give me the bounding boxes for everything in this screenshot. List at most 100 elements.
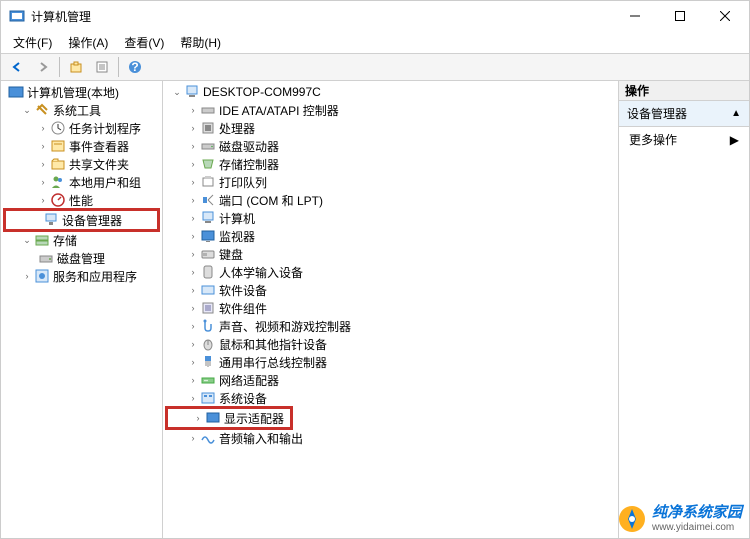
device-category[interactable]: ›系统设备 xyxy=(165,389,616,407)
tree-task-scheduler[interactable]: › 任务计划程序 xyxy=(3,119,160,137)
device-category[interactable]: ›打印队列 xyxy=(165,173,616,191)
expand-icon[interactable]: › xyxy=(187,158,199,170)
device-category[interactable]: ›软件设备 xyxy=(165,281,616,299)
tree-shared-folders[interactable]: › 共享文件夹 xyxy=(3,155,160,173)
expand-icon[interactable]: › xyxy=(37,158,49,170)
software-component-icon xyxy=(200,300,216,316)
device-category[interactable]: › 监视器 xyxy=(165,227,616,245)
up-button[interactable] xyxy=(64,55,88,79)
device-category[interactable]: ›软件组件 xyxy=(165,299,616,317)
device-category[interactable]: ›处理器 xyxy=(165,119,616,137)
window-title: 计算机管理 xyxy=(31,8,612,25)
tree-label: 服务和应用程序 xyxy=(53,268,137,285)
properties-button[interactable] xyxy=(90,55,114,79)
expand-icon[interactable]: › xyxy=(187,338,199,350)
maximize-button[interactable] xyxy=(657,2,702,30)
menu-action[interactable]: 操作(A) xyxy=(60,32,116,53)
left-tree-pane[interactable]: 计算机管理(本地) ⌄ 系统工具 › 任务计划程序 › 事件查看器 › 共享文件… xyxy=(1,81,163,538)
expand-icon[interactable]: › xyxy=(187,212,199,224)
expand-icon[interactable]: › xyxy=(187,230,199,242)
device-category[interactable]: ›存储控制器 xyxy=(165,155,616,173)
up-arrow-icon: ▲ xyxy=(731,108,741,119)
help-button[interactable]: ? xyxy=(123,55,147,79)
expand-icon[interactable]: › xyxy=(37,122,49,134)
device-root[interactable]: ⌄ DESKTOP-COM997C xyxy=(165,83,616,101)
tree-storage[interactable]: ⌄ 存储 xyxy=(3,231,160,249)
more-actions[interactable]: 更多操作 ▶ xyxy=(619,127,749,152)
device-category[interactable]: ›音频输入和输出 xyxy=(165,429,616,447)
tree-system-tools[interactable]: ⌄ 系统工具 xyxy=(3,101,160,119)
mouse-icon xyxy=(200,336,216,352)
expand-icon[interactable]: › xyxy=(21,270,33,282)
highlight-device-manager: 设备管理器 xyxy=(3,208,160,232)
device-category[interactable]: ›人体学输入设备 xyxy=(165,263,616,281)
expand-icon[interactable]: › xyxy=(187,122,199,134)
collapse-icon[interactable]: ⌄ xyxy=(171,86,183,98)
expand-icon[interactable]: › xyxy=(187,432,199,444)
expand-icon[interactable]: › xyxy=(37,176,49,188)
tree-label: 显示适配器 xyxy=(224,410,284,427)
desktop-icon xyxy=(184,84,200,100)
tree-disk-mgmt[interactable]: 磁盘管理 xyxy=(3,249,160,267)
expand-icon[interactable]: › xyxy=(192,412,204,424)
device-category[interactable]: › 磁盘驱动器 xyxy=(165,137,616,155)
device-category[interactable]: › 声音、视频和游戏控制器 xyxy=(165,317,616,335)
expand-icon[interactable]: › xyxy=(37,194,49,206)
tree-device-manager[interactable]: 设备管理器 xyxy=(8,211,155,229)
device-category[interactable]: ›计算机 xyxy=(165,209,616,227)
device-category[interactable]: ›通用串行总线控制器 xyxy=(165,353,616,371)
device-category[interactable]: ›键盘 xyxy=(165,245,616,263)
tree-local-users[interactable]: › 本地用户和组 xyxy=(3,173,160,191)
menu-view[interactable]: 查看(V) xyxy=(116,32,172,53)
menu-help[interactable]: 帮助(H) xyxy=(172,32,229,53)
print-queue-icon xyxy=(200,174,216,190)
tree-label: 系统工具 xyxy=(53,102,101,119)
expand-icon[interactable]: › xyxy=(37,140,49,152)
device-category[interactable]: ›网络适配器 xyxy=(165,371,616,389)
tree-root[interactable]: 计算机管理(本地) xyxy=(3,83,160,101)
monitor-icon xyxy=(200,228,216,244)
device-category[interactable]: › 显示适配器 xyxy=(170,409,288,427)
back-button[interactable] xyxy=(5,55,29,79)
disk-icon xyxy=(38,250,54,266)
expand-icon[interactable]: › xyxy=(187,248,199,260)
menu-file[interactable]: 文件(F) xyxy=(5,32,60,53)
expand-icon[interactable]: › xyxy=(187,356,199,368)
expand-icon[interactable]: › xyxy=(187,140,199,152)
tree-performance[interactable]: › 性能 xyxy=(3,191,160,209)
users-icon xyxy=(50,174,66,190)
expand-icon[interactable]: › xyxy=(187,284,199,296)
tree-event-viewer[interactable]: › 事件查看器 xyxy=(3,137,160,155)
tree-label: 设备管理器 xyxy=(62,212,122,229)
expand-icon[interactable]: › xyxy=(187,176,199,188)
forward-button[interactable] xyxy=(31,55,55,79)
expand-icon[interactable]: › xyxy=(187,374,199,386)
usb-icon xyxy=(200,354,216,370)
actions-context[interactable]: 设备管理器 ▲ xyxy=(619,101,749,127)
collapse-icon[interactable]: ⌄ xyxy=(21,104,33,116)
tree-label: 事件查看器 xyxy=(69,138,129,155)
tree-label: 声音、视频和游戏控制器 xyxy=(219,318,351,335)
highlight-display-adapter: › 显示适配器 xyxy=(165,406,293,430)
expand-icon[interactable]: › xyxy=(187,320,199,332)
tree-label: 磁盘管理 xyxy=(57,250,105,267)
device-category[interactable]: ›IDE ATA/ATAPI 控制器 xyxy=(165,101,616,119)
device-category[interactable]: › 端口 (COM 和 LPT) xyxy=(165,191,616,209)
shared-folder-icon xyxy=(50,156,66,172)
close-button[interactable] xyxy=(702,2,747,30)
minimize-button[interactable] xyxy=(612,2,657,30)
tree-services-apps[interactable]: › 服务和应用程序 xyxy=(3,267,160,285)
expand-icon[interactable]: › xyxy=(187,302,199,314)
computer-mgmt-icon xyxy=(8,84,24,100)
tree-label: 磁盘驱动器 xyxy=(219,138,279,155)
expand-icon[interactable]: › xyxy=(187,104,199,116)
tree-label: 监视器 xyxy=(219,228,255,245)
content-area: 计算机管理(本地) ⌄ 系统工具 › 任务计划程序 › 事件查看器 › 共享文件… xyxy=(1,81,749,538)
collapse-icon[interactable]: ⌄ xyxy=(21,234,33,246)
expand-icon[interactable]: › xyxy=(187,392,199,404)
expand-icon[interactable]: › xyxy=(187,266,199,278)
expand-icon[interactable]: › xyxy=(187,194,199,206)
tree-label: 端口 (COM 和 LPT) xyxy=(219,192,323,209)
device-tree-pane[interactable]: ⌄ DESKTOP-COM997C ›IDE ATA/ATAPI 控制器›处理器… xyxy=(163,81,619,538)
device-category[interactable]: ›鼠标和其他指针设备 xyxy=(165,335,616,353)
